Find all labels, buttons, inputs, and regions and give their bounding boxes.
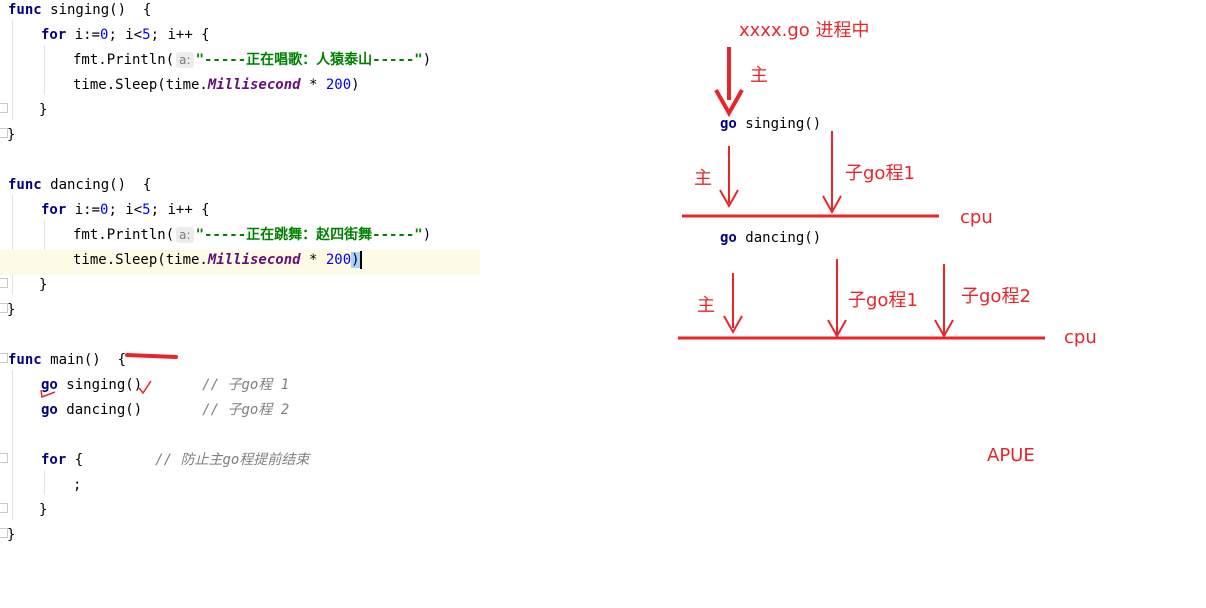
process-label: xxxx.go 进程中: [739, 20, 870, 41]
apue-label: APUE: [987, 445, 1035, 466]
goroutine-diagram: xxxx.go 进程中 主 go singing() 主 子go程1 cpu g…: [0, 0, 1206, 608]
sub-goroutine-label: 子go程1: [845, 163, 915, 184]
func-call: singing(): [736, 116, 822, 132]
main-label: 主: [750, 65, 768, 86]
main-label: 主: [697, 295, 715, 316]
go-singing-code: go singing(): [720, 116, 821, 132]
cpu-label: cpu: [1064, 327, 1097, 348]
sub-goroutine-label: 子go程2: [961, 286, 1031, 307]
go-dancing-code: go dancing(): [720, 230, 821, 246]
keyword-go: go: [720, 116, 737, 132]
func-call: dancing(): [736, 230, 822, 246]
keyword-go: go: [720, 230, 737, 246]
sub-goroutine-label: 子go程1: [848, 290, 918, 311]
main-label: 主: [694, 168, 712, 189]
cpu-label: cpu: [960, 207, 993, 228]
